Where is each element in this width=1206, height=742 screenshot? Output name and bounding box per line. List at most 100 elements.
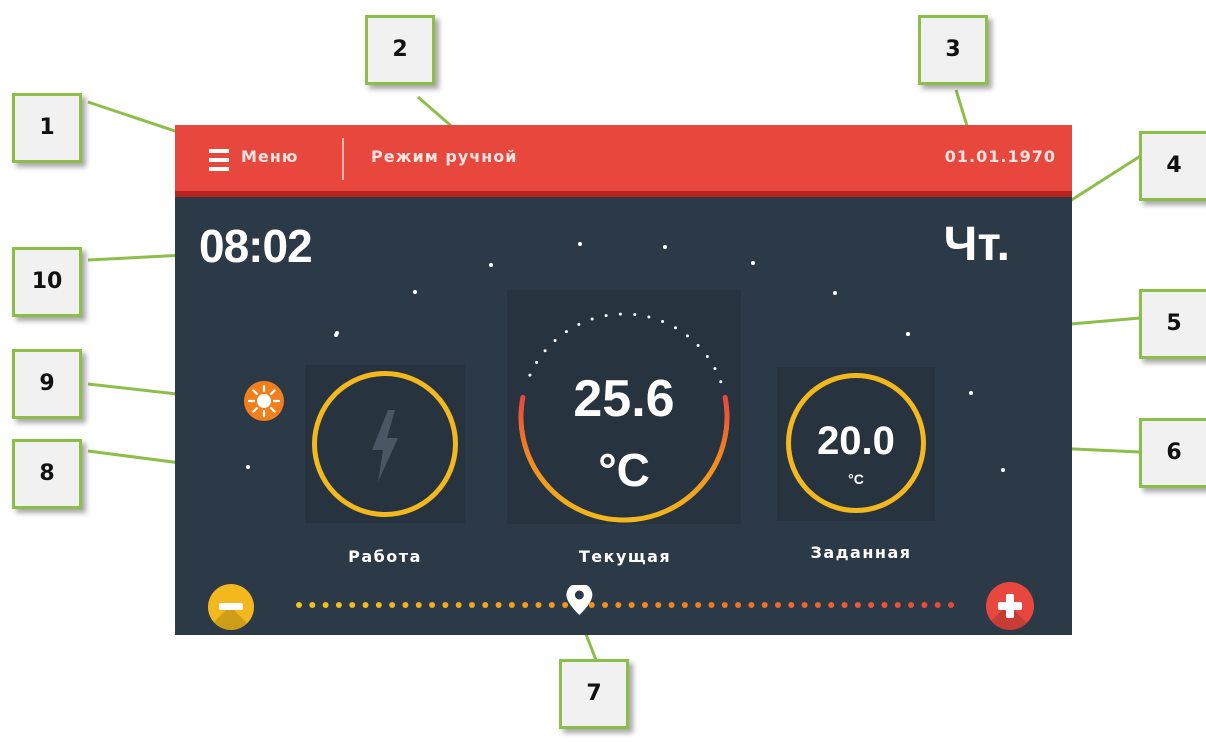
slider-dot: [402, 602, 409, 608]
gauge-dot: [618, 312, 622, 316]
slider-dot: [668, 602, 675, 608]
minus-icon: [219, 603, 243, 610]
slider-dot: [788, 602, 795, 608]
slider-dot: [375, 602, 382, 608]
slider-dot: [349, 602, 356, 608]
slider-dot: [828, 602, 835, 608]
slider-dot: [708, 602, 715, 608]
slider-dot: [921, 602, 928, 608]
slider-dot: [548, 602, 555, 608]
current-label: Текущая: [578, 547, 672, 566]
gauge-dot: [661, 320, 665, 324]
current-temperature-unit: °C: [598, 444, 650, 496]
hamburger-menu-icon[interactable]: [209, 149, 229, 171]
slider-dot: [429, 602, 436, 608]
callout-2: 2: [365, 15, 435, 85]
date-display: 01.01.1970: [944, 147, 1056, 166]
slider-dot: [535, 602, 542, 608]
set-label: Заданная: [810, 543, 912, 562]
slider-dot: [814, 602, 821, 608]
slider-dot: [495, 602, 502, 608]
slider-dot: [389, 602, 396, 608]
gauge-dot: [604, 314, 608, 318]
current-temperature-value: 25.6: [573, 370, 675, 428]
slider-dot: [508, 602, 515, 608]
gauge-dot: [577, 322, 581, 326]
gauge-dot: [590, 317, 594, 321]
slider-dot: [602, 602, 609, 608]
gauge-dot: [543, 349, 547, 353]
slider-dot: [309, 602, 316, 608]
set-temperature-unit: °C: [848, 471, 864, 487]
star-decoration: [833, 291, 837, 295]
gauge-dot: [633, 313, 637, 317]
slider-dot: [775, 602, 782, 608]
top-bar-divider: [342, 138, 344, 180]
slider-dot: [695, 602, 702, 608]
mode-label[interactable]: Режим ручной: [371, 147, 517, 166]
slider-dot: [681, 602, 688, 608]
gauge-dot: [553, 338, 557, 342]
slider-dot: [482, 602, 489, 608]
slider-dot: [894, 602, 901, 608]
slider-dot: [335, 602, 342, 608]
callout-8: 8: [12, 439, 82, 509]
slider-dot: [562, 602, 569, 608]
slider-dot: [948, 602, 954, 608]
star-decoration: [578, 242, 582, 246]
slider-thumb-icon[interactable]: [566, 585, 593, 615]
slider-dot: [588, 602, 595, 608]
slider-dot: [854, 602, 861, 608]
slider-dot: [296, 602, 302, 608]
slider-dot: [322, 602, 329, 608]
slider-dot: [455, 602, 462, 608]
slider-dot: [468, 602, 475, 608]
star-decoration: [751, 261, 755, 265]
slider-dot: [748, 602, 755, 608]
slider-dot: [615, 602, 622, 608]
controller-screen: Меню Режим ручной 01.01.1970 08:02 Чт. 2…: [175, 125, 1072, 635]
gauge-dot: [705, 354, 709, 358]
gauge-dot: [674, 326, 677, 330]
star-decoration: [906, 332, 910, 336]
slider-dot: [908, 602, 915, 608]
star-decoration: [413, 290, 417, 294]
slider-dot: [761, 602, 768, 608]
menu-button[interactable]: Меню: [241, 147, 298, 166]
slider-dot: [362, 602, 369, 608]
callout-5: 5: [1139, 289, 1206, 359]
weekday-display: Чт.: [943, 218, 1010, 271]
slider-dot: [841, 602, 848, 608]
callout-1: 1: [12, 93, 82, 163]
slider-dot: [655, 602, 662, 608]
gauge-dot: [685, 334, 689, 338]
slider-dot: [735, 602, 742, 608]
top-bar: Меню Режим ручной 01.01.1970: [175, 125, 1072, 197]
slider-dot: [934, 602, 941, 608]
lightning-bolt-icon: [372, 410, 398, 482]
star-decoration: [335, 331, 339, 335]
decrease-temperature-button[interactable]: [208, 584, 254, 630]
star-decoration: [969, 391, 973, 395]
gauge-dot: [696, 343, 700, 347]
callout-7: 7: [559, 659, 629, 729]
slider-dot: [721, 602, 728, 608]
set-temperature-value: 20.0: [817, 419, 895, 463]
increase-temperature-button[interactable]: [986, 582, 1034, 630]
callout-10: 10: [12, 247, 82, 317]
star-decoration: [489, 263, 493, 267]
slider-dot: [415, 602, 422, 608]
slider-dot: [881, 602, 888, 608]
gauge-dot: [564, 330, 568, 334]
sun-icon[interactable]: [244, 381, 284, 421]
slider-dot: [522, 602, 529, 608]
callout-6: 6: [1139, 418, 1206, 488]
slider-dot: [641, 602, 648, 608]
slider-dot: [801, 602, 808, 608]
slider-dot: [628, 602, 635, 608]
clock-display: 08:02: [199, 220, 313, 272]
temperature-slider[interactable]: [291, 585, 961, 625]
callout-9: 9: [12, 349, 82, 419]
gauge-dot: [535, 360, 539, 364]
slider-dot: [442, 602, 449, 608]
